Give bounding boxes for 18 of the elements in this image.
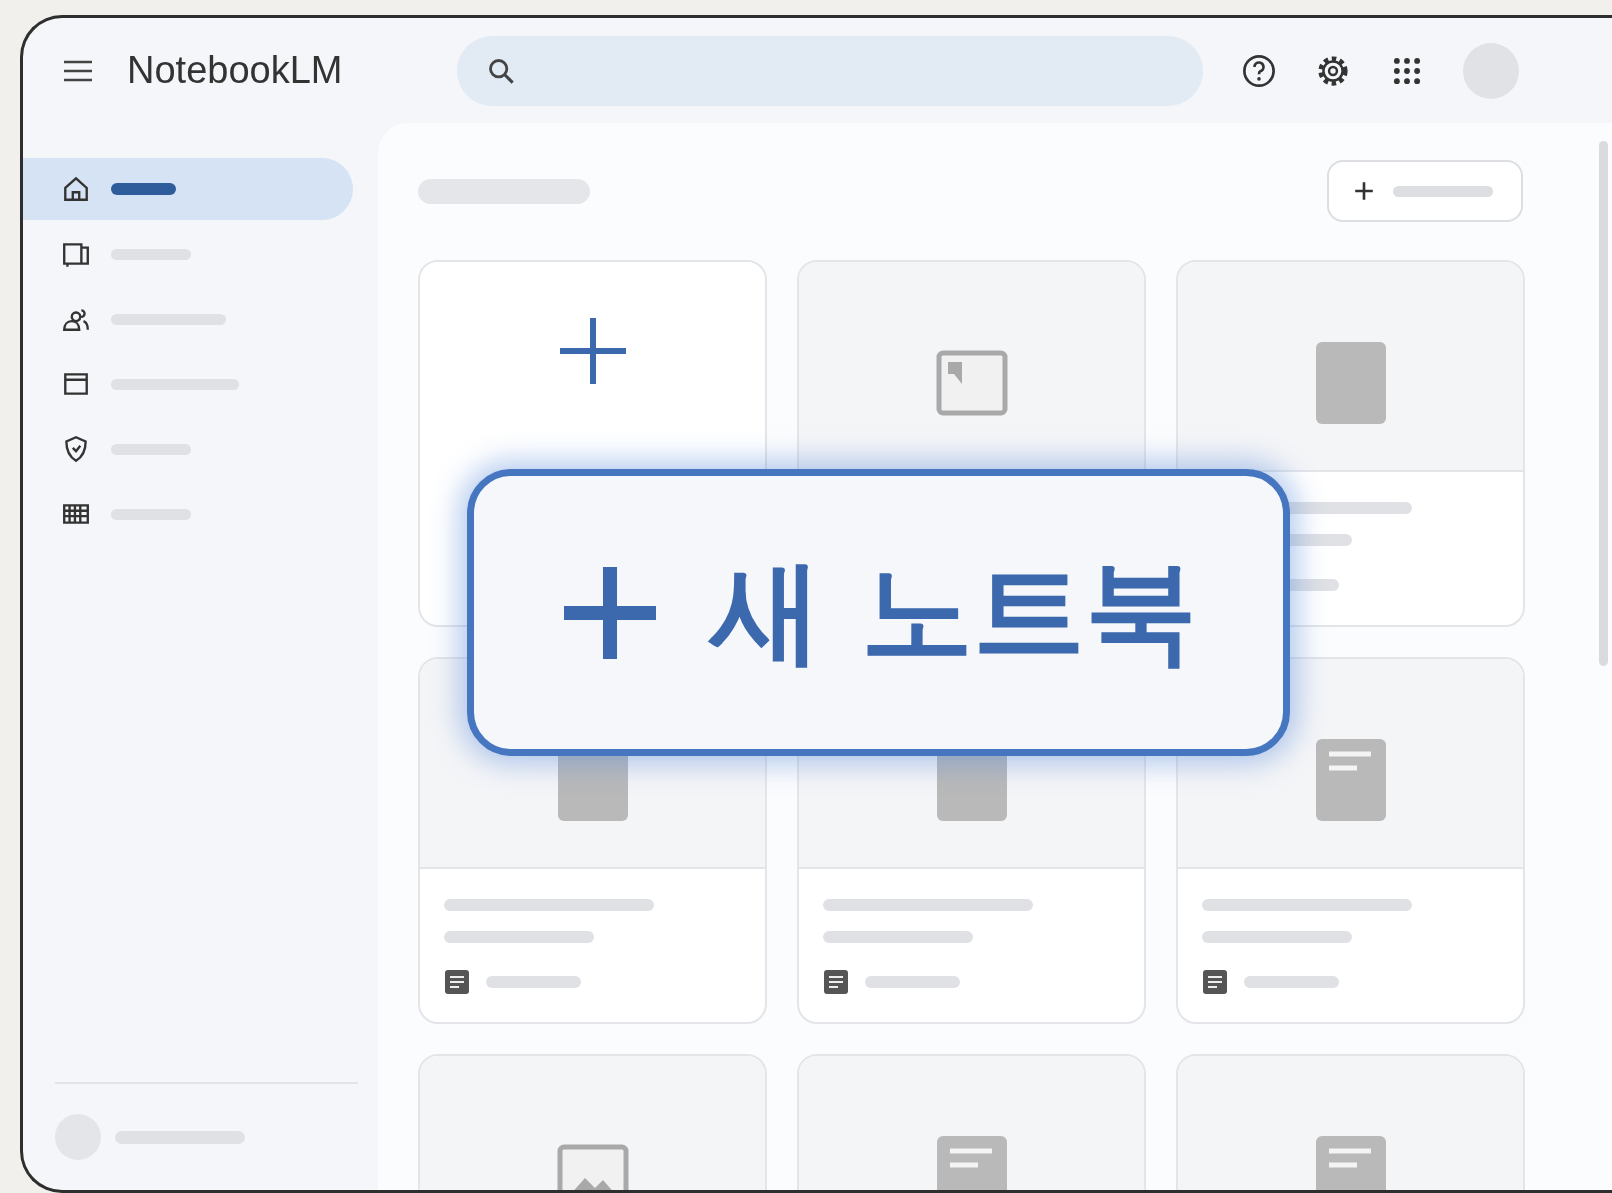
plus-icon <box>557 316 628 386</box>
help-icon[interactable] <box>1241 52 1277 89</box>
search-icon <box>487 56 515 85</box>
new-notebook-tooltip[interactable]: 새 노트북 <box>467 469 1290 756</box>
document-icon <box>823 969 849 995</box>
app-title: NotebookLM <box>127 49 344 92</box>
document-icon <box>444 969 470 995</box>
plus-icon <box>1353 180 1375 202</box>
new-notebook-label: 새 노트북 <box>710 545 1197 678</box>
document-icon <box>1314 738 1387 822</box>
document-icon <box>1314 341 1387 425</box>
label-placeholder <box>111 183 176 195</box>
sidebar-item[interactable] <box>23 158 353 220</box>
home-icon <box>61 174 91 204</box>
create-button[interactable] <box>1327 160 1523 222</box>
menu-icon[interactable] <box>63 59 93 82</box>
scrollbar[interactable] <box>1599 141 1608 666</box>
document-icon <box>1202 969 1228 995</box>
